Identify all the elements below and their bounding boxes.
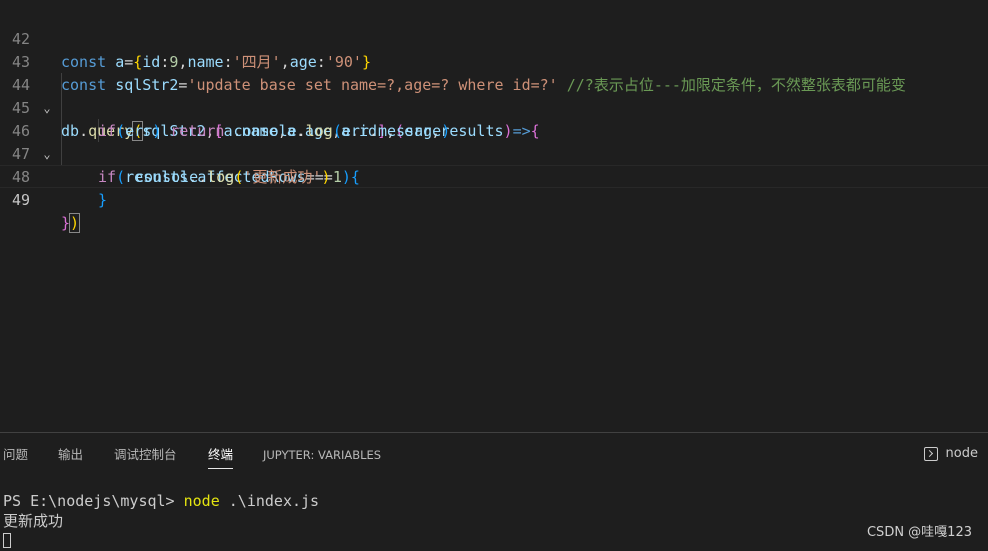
bottom-panel: 问题 输出 调试控制台 终端 JUPYTER: VARIABLES node P… xyxy=(0,432,988,548)
terminal-selector-label: node xyxy=(945,446,978,461)
terminal-icon xyxy=(923,446,938,461)
terminal-output[interactable]: PS E:\nodejs\mysql> node .\index.js 更新成功 xyxy=(3,491,319,551)
tab-output[interactable]: 输出 xyxy=(58,446,83,468)
code-text: } xyxy=(98,191,108,209)
code-editor[interactable]: 42 const a={id:9,name:'四月',age:'90'} 43 … xyxy=(0,0,988,432)
terminal-command: node xyxy=(183,492,220,510)
tab-debug-console[interactable]: 调试控制台 xyxy=(114,446,177,468)
bracket-match: ) xyxy=(69,213,81,233)
code-line[interactable]: 46 ⌄ if(results.affectedRows===1){ xyxy=(0,97,988,186)
code-line[interactable]: 42 const a={id:9,name:'四月',age:'90'} xyxy=(0,5,988,71)
code-line[interactable]: 48 } xyxy=(0,143,988,209)
tab-problems[interactable]: 问题 xyxy=(3,446,28,468)
code-line[interactable]: 44 ⌄ db.query(sqlStr2,[a.name,a.age,a.id… xyxy=(0,51,988,141)
terminal-args: .\index.js xyxy=(219,492,320,510)
line-number: 49 xyxy=(11,191,30,209)
code-line-current[interactable]: 49 }) xyxy=(0,165,988,233)
terminal-cursor xyxy=(3,533,11,548)
terminal-prompt: PS E:\nodejs\mysql> xyxy=(3,492,184,510)
code-line[interactable]: 43 const sqlStr2='update base set name=?… xyxy=(0,28,988,94)
panel-tabs: 问题 输出 调试控制台 终端 JUPYTER: VARIABLES node xyxy=(0,433,988,477)
terminal-output-line: 更新成功 xyxy=(3,512,64,530)
tab-jupyter-variables[interactable]: JUPYTER: VARIABLES xyxy=(263,446,381,468)
code-line[interactable]: 45 if(err) return console.log(err.messag… xyxy=(0,74,988,140)
tab-terminal[interactable]: 终端 xyxy=(208,446,234,469)
terminal-selector[interactable]: node xyxy=(923,446,978,461)
code-line[interactable]: 47 console.log('更新成功') xyxy=(0,120,988,186)
code-text: }) xyxy=(61,213,81,233)
watermark: CSDN @哇嘎123 xyxy=(866,525,972,540)
